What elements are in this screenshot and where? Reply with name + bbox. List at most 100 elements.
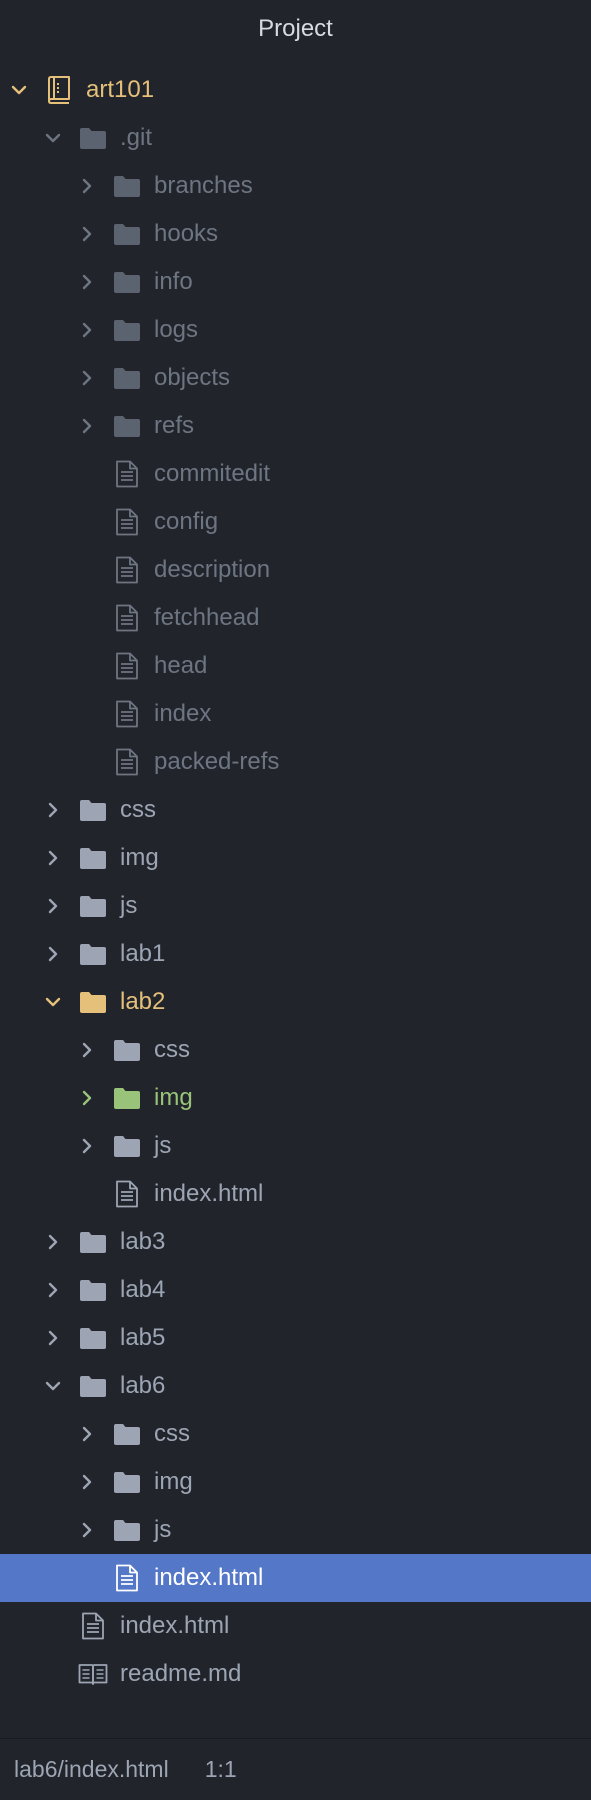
tree-folder-item[interactable]: js	[0, 1122, 591, 1170]
chevron-right-icon[interactable]	[78, 273, 96, 291]
tree-root-item[interactable]: art101	[0, 66, 591, 114]
tree-item-label: lab6	[120, 1372, 166, 1399]
folder-icon	[78, 1324, 108, 1352]
tree-item-label: img	[154, 1468, 193, 1495]
chevron-right-icon[interactable]	[78, 1089, 96, 1107]
tree-folder-item[interactable]: hooks	[0, 210, 591, 258]
tree-item-label: img	[120, 844, 159, 871]
tree-folder-item[interactable]: lab1	[0, 930, 591, 978]
tree-folder-item[interactable]: .git	[0, 114, 591, 162]
folder-icon	[112, 268, 142, 296]
tree-folder-item[interactable]: img	[0, 834, 591, 882]
chevron-down-icon[interactable]	[44, 993, 62, 1011]
chevron-right-icon[interactable]	[78, 177, 96, 195]
book-open-icon	[78, 1660, 108, 1688]
tree-file-item[interactable]: description	[0, 546, 591, 594]
tree-folder-item[interactable]: lab3	[0, 1218, 591, 1266]
folder-icon	[112, 412, 142, 440]
tree-file-item[interactable]: index.html	[0, 1602, 591, 1650]
tree-file-item[interactable]: config	[0, 498, 591, 546]
status-file-path[interactable]: lab6/index.html	[14, 1756, 169, 1783]
chevron-right-icon[interactable]	[44, 1233, 62, 1251]
folder-icon	[112, 172, 142, 200]
chevron-right-icon[interactable]	[78, 369, 96, 387]
folder-icon	[112, 364, 142, 392]
tree-file-item[interactable]: readme.md	[0, 1650, 591, 1698]
tree-item-label: img	[154, 1084, 193, 1111]
tree-item-label: readme.md	[120, 1660, 242, 1687]
tree-folder-item[interactable]: lab6	[0, 1362, 591, 1410]
tree-item-label: js	[154, 1132, 172, 1159]
tree-folder-item[interactable]: info	[0, 258, 591, 306]
chevron-right-icon[interactable]	[78, 1425, 96, 1443]
tree-item-label: index.html	[154, 1564, 264, 1591]
tree-item-label: hooks	[154, 220, 219, 247]
folder-icon	[112, 1468, 142, 1496]
tree-file-item[interactable]: head	[0, 642, 591, 690]
tree-item-label: objects	[154, 364, 231, 391]
tree-file-item[interactable]: index	[0, 690, 591, 738]
file-text-icon	[112, 604, 142, 632]
tree-file-item[interactable]: index.html	[0, 1170, 591, 1218]
tree-item-label: index.html	[154, 1180, 264, 1207]
file-text-icon	[112, 508, 142, 536]
tree-folder-item[interactable]: css	[0, 1410, 591, 1458]
chevron-right-icon[interactable]	[78, 1521, 96, 1539]
tree-folder-item[interactable]: lab2	[0, 978, 591, 1026]
folder-icon	[78, 940, 108, 968]
tree-folder-item[interactable]: lab5	[0, 1314, 591, 1362]
chevron-right-icon[interactable]	[44, 849, 62, 867]
chevron-right-icon[interactable]	[78, 417, 96, 435]
tree-folder-item[interactable]: objects	[0, 354, 591, 402]
file-text-icon	[112, 1180, 142, 1208]
folder-icon	[78, 844, 108, 872]
tree-folder-item[interactable]: js	[0, 1506, 591, 1554]
folder-icon	[112, 1084, 142, 1112]
file-text-icon	[112, 748, 142, 776]
tree-file-item[interactable]: index.html	[0, 1554, 591, 1602]
folder-icon	[78, 988, 108, 1016]
tree-file-item[interactable]: commitedit	[0, 450, 591, 498]
chevron-right-icon[interactable]	[78, 1137, 96, 1155]
tree-folder-item[interactable]: img	[0, 1458, 591, 1506]
chevron-right-icon[interactable]	[78, 1473, 96, 1491]
chevron-right-icon[interactable]	[78, 1041, 96, 1059]
tree-item-label: index	[154, 700, 212, 727]
tree-item-label: lab1	[120, 940, 166, 967]
tree-folder-item[interactable]: lab4	[0, 1266, 591, 1314]
tree-folder-item[interactable]: css	[0, 786, 591, 834]
chevron-right-icon[interactable]	[78, 321, 96, 339]
folder-icon	[78, 1228, 108, 1256]
tree-item-label: lab3	[120, 1228, 166, 1255]
folder-icon	[112, 1036, 142, 1064]
folder-icon	[78, 796, 108, 824]
folder-icon	[112, 316, 142, 344]
chevron-right-icon[interactable]	[78, 225, 96, 243]
tree-file-item[interactable]: packed-refs	[0, 738, 591, 786]
tree-item-label: js	[154, 1516, 172, 1543]
tree-folder-item[interactable]: logs	[0, 306, 591, 354]
chevron-down-icon[interactable]	[44, 1377, 62, 1395]
tree-folder-item[interactable]: css	[0, 1026, 591, 1074]
tree-item-label: branches	[154, 172, 253, 199]
folder-icon	[112, 1132, 142, 1160]
chevron-down-icon[interactable]	[44, 129, 62, 147]
chevron-right-icon[interactable]	[44, 1281, 62, 1299]
tree-item-label: lab5	[120, 1324, 166, 1351]
tree-folder-item[interactable]: refs	[0, 402, 591, 450]
tree-item-label: lab4	[120, 1276, 166, 1303]
status-cursor-position[interactable]: 1:1	[205, 1756, 237, 1783]
folder-icon	[78, 1276, 108, 1304]
chevron-right-icon[interactable]	[44, 1329, 62, 1347]
chevron-right-icon[interactable]	[44, 945, 62, 963]
tree-item-label: info	[154, 268, 193, 295]
book-icon	[44, 76, 74, 104]
chevron-down-icon[interactable]	[10, 81, 28, 99]
tree-file-item[interactable]: fetchhead	[0, 594, 591, 642]
chevron-right-icon[interactable]	[44, 897, 62, 915]
tree-folder-item[interactable]: js	[0, 882, 591, 930]
status-bar: lab6/index.html 1:1	[0, 1738, 591, 1800]
tree-folder-item[interactable]: img	[0, 1074, 591, 1122]
chevron-right-icon[interactable]	[44, 801, 62, 819]
tree-folder-item[interactable]: branches	[0, 162, 591, 210]
